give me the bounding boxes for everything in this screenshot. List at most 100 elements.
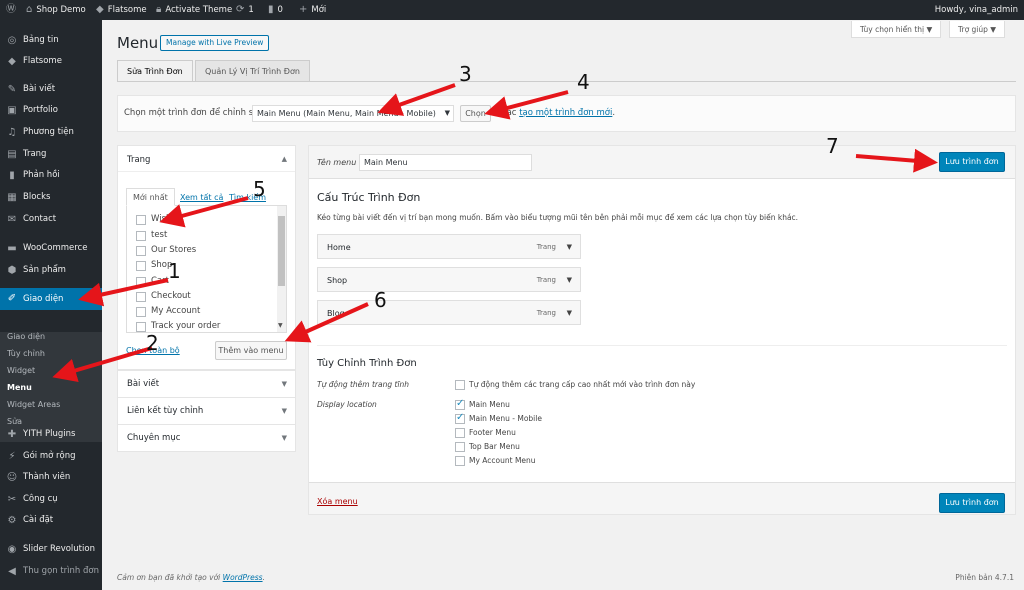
sidebar-item-slider-revolution[interactable]: ◉ Slider Revolution xyxy=(0,539,102,560)
tab-edit-menus[interactable]: Sửa Trình Đơn xyxy=(117,60,193,82)
checkbox-checkout[interactable] xyxy=(136,292,146,302)
mail-icon: ✉ xyxy=(7,214,17,225)
accordion-custom-links[interactable]: Liên kết tùy chỉnh ▼ xyxy=(117,397,296,425)
accordion-posts[interactable]: Bài viết ▼ xyxy=(117,370,296,398)
checkbox-test[interactable] xyxy=(136,231,146,241)
footer-version: Phiên bản 4.7.1 xyxy=(955,573,1014,582)
accordion-categories[interactable]: Chuyên mục ▼ xyxy=(117,424,296,452)
help-button[interactable]: Trợ giúp ▼ xyxy=(949,21,1006,38)
pages-list: ▼ Wishlist test Our Stores Shop Cart Che… xyxy=(126,205,287,333)
sidebar-item-yith-plugins[interactable]: ✚ YITH Plugins xyxy=(0,424,102,445)
checkbox-track-order[interactable] xyxy=(136,322,146,332)
sidebar-item-portfolio[interactable]: ▣ Portfolio xyxy=(0,100,102,121)
structure-description: Kéo từng bài viết đến vị trí bạn mong mu… xyxy=(317,213,799,222)
location-my-account-menu-checkbox[interactable] xyxy=(455,456,465,466)
sidebar-item-appearance[interactable]: ✐ Giao diện xyxy=(0,288,102,310)
sidebar-item-users[interactable]: ☺ Thành viên xyxy=(0,467,102,488)
tab-manage-locations[interactable]: Quản Lý Vị Trí Trình Đơn xyxy=(195,60,310,82)
sidebar-item-media[interactable]: ♫ Phương tiện xyxy=(0,122,102,143)
collapse-up-icon[interactable]: ▲ xyxy=(282,155,287,163)
comments-link[interactable]: ▮ 0 xyxy=(268,0,283,20)
menu-name-input[interactable]: Main Menu xyxy=(359,154,532,171)
location-main-menu-checkbox[interactable] xyxy=(455,398,465,410)
account-link[interactable]: Howdy, vina_admin xyxy=(935,0,1018,20)
annotation-4: 4 xyxy=(577,70,590,94)
sidebar-item-contact[interactable]: ✉ Contact xyxy=(0,209,102,230)
auto-add-text: Tự động thêm các trang cấp cao nhất mới … xyxy=(469,380,696,389)
screen-options-button[interactable]: Tùy chọn hiển thị ▼ xyxy=(851,21,942,38)
sidebar-item-pages[interactable]: ▤ Trang xyxy=(0,144,102,165)
sidebar-item-posts[interactable]: ✎ Bài viết xyxy=(0,79,102,100)
location-main-menu-mobile-checkbox[interactable] xyxy=(455,412,465,424)
auto-add-checkbox[interactable] xyxy=(455,380,465,390)
sidebar-item-products[interactable]: ⬢ Sản phẩm xyxy=(0,260,102,281)
chevron-down-icon[interactable]: ▼ xyxy=(567,309,572,317)
sidebar-item-flatsome[interactable]: ◆ Flatsome xyxy=(0,51,102,72)
updates-link[interactable]: ⟳ 1 xyxy=(236,0,254,20)
list-item: My Account xyxy=(151,306,201,316)
checkbox-my-account[interactable] xyxy=(136,307,146,317)
pages-scrollbar[interactable]: ▼ xyxy=(277,206,286,332)
create-menu-link[interactable]: tạo một trình đơn mới xyxy=(519,108,612,118)
location-label: My Account Menu xyxy=(469,456,536,465)
sidebar-item-blocks[interactable]: ▦ Blocks xyxy=(0,187,102,208)
sidebar-item-dashboard[interactable]: ◎ Bảng tin xyxy=(0,30,102,51)
home-icon: ⌂ xyxy=(26,4,33,15)
checkbox-shop[interactable] xyxy=(136,261,146,271)
admin-sidebar: ◎ Bảng tin ◆ Flatsome ✎ Bài viết ▣ Portfolio… xyxy=(0,20,102,590)
add-to-menu-button[interactable]: Thêm vào menu xyxy=(215,341,287,360)
location-top-bar-menu-checkbox[interactable] xyxy=(455,442,465,452)
checkbox-cart[interactable] xyxy=(136,277,146,287)
page-title: Menu xyxy=(117,34,159,52)
save-menu-button[interactable]: Lưu trình đơn xyxy=(939,152,1005,172)
admin-bar: Ⓦ ⌂ Shop Demo ◆ Flatsome 🔒︎ Activate Theme … xyxy=(0,0,1024,20)
display-location-label: Display location xyxy=(317,400,377,409)
woocommerce-icon: ▬ xyxy=(7,243,17,254)
lock-icon: 🔒︎ xyxy=(156,4,162,15)
choose-menu-button[interactable]: Chọn xyxy=(460,105,491,122)
chevron-down-icon[interactable]: ▼ xyxy=(567,276,572,284)
wrench-icon: ✂ xyxy=(7,494,17,505)
tab-view-all[interactable]: Xem tất cả xyxy=(180,193,223,202)
tab-most-recent[interactable]: Mới nhất xyxy=(126,188,175,206)
collapse-menu[interactable]: ◀ Thu gọn trình đơn xyxy=(0,561,102,582)
sidebar-item-settings[interactable]: ⚙ Cài đặt xyxy=(0,510,102,531)
checkbox-our-stores[interactable] xyxy=(136,246,146,256)
save-menu-button-bottom[interactable]: Lưu trình đơn xyxy=(939,493,1005,513)
menu-item-home[interactable]: Home Trang ▼ xyxy=(317,234,581,259)
list-item: Wishlist xyxy=(151,214,184,224)
submenu-item-menus[interactable]: Menu xyxy=(7,379,32,396)
menu-select-dropdown[interactable]: Main Menu (Main Menu, Main Menu - Mobile… xyxy=(252,105,454,122)
list-item: Our Stores xyxy=(151,245,197,255)
location-footer-menu-checkbox[interactable] xyxy=(455,428,465,438)
delete-menu-link[interactable]: Xóa menu xyxy=(317,497,358,506)
checkbox-wishlist[interactable] xyxy=(136,215,146,225)
annotation-2: 2 xyxy=(146,331,159,355)
sidebar-item-comments[interactable]: ▮ Phản hồi xyxy=(0,165,102,186)
chevron-down-icon[interactable]: ▼ xyxy=(567,243,572,251)
sidebar-item-tools[interactable]: ✂ Công cụ xyxy=(0,489,102,510)
submenu-item-widgets[interactable]: Widget xyxy=(7,362,35,379)
sidebar-item-woocommerce[interactable]: ▬ WooCommerce xyxy=(0,238,102,259)
sidebar-item-plugins[interactable]: ⚡ Gói mở rộng xyxy=(0,446,102,467)
media-icon: ♫ xyxy=(7,127,17,138)
submenu-item-widget-areas[interactable]: Widget Areas xyxy=(7,396,60,413)
tab-divider xyxy=(117,81,1016,82)
list-item: Checkout xyxy=(151,291,191,301)
submenu-item-themes[interactable]: Giao diện xyxy=(7,328,45,345)
menu-item-blog[interactable]: Blog Trang ▼ xyxy=(317,300,581,325)
flatsome-link[interactable]: ◆ Flatsome xyxy=(96,0,147,20)
wordpress-logo-icon[interactable]: Ⓦ xyxy=(6,0,20,20)
new-content-link[interactable]: + Mới xyxy=(299,0,326,20)
site-name-link[interactable]: ⌂ Shop Demo xyxy=(26,0,86,20)
location-label: Footer Menu xyxy=(469,428,516,437)
live-preview-button[interactable]: Manage with Live Preview xyxy=(160,35,270,51)
annotation-7: 7 xyxy=(826,134,839,158)
refresh-icon: ⟳ xyxy=(236,4,245,15)
menu-item-shop[interactable]: Shop Trang ▼ xyxy=(317,267,581,292)
wordpress-link[interactable]: WordPress xyxy=(223,573,263,582)
activate-theme-link[interactable]: 🔒︎ Activate Theme xyxy=(156,0,232,20)
settings-title: Tùy Chỉnh Trình Đơn xyxy=(317,358,417,369)
submenu-item-customize[interactable]: Tùy chỉnh xyxy=(7,345,45,362)
page-icon: ▤ xyxy=(7,149,17,160)
